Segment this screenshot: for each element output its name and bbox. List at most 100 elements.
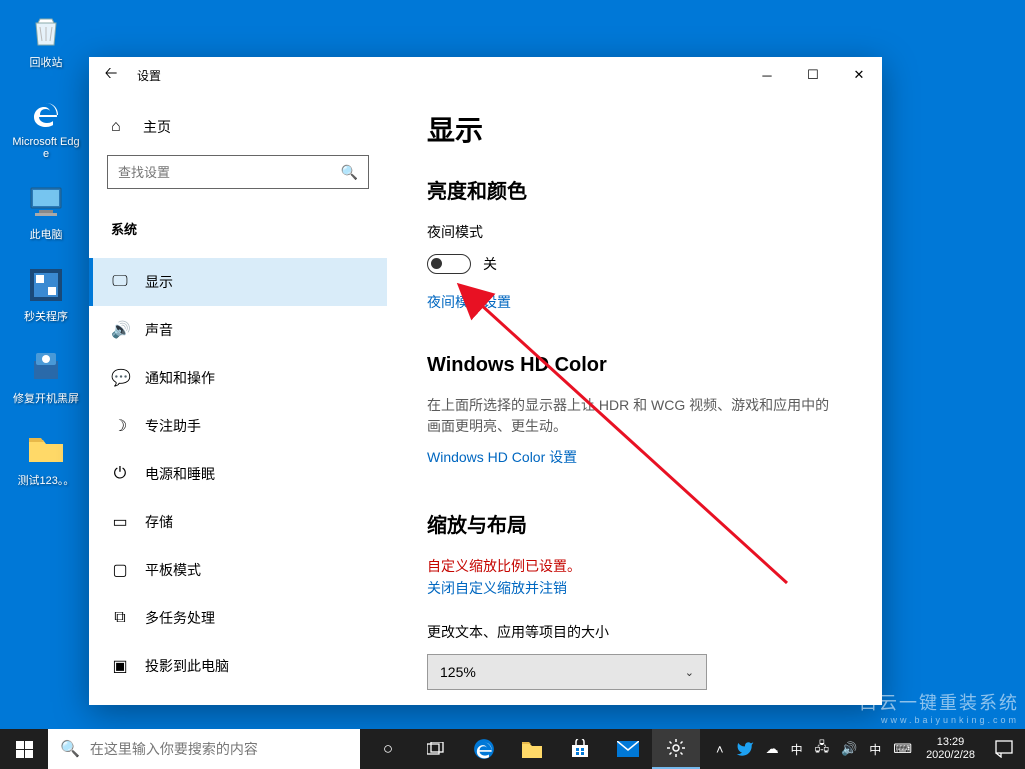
edge-icon bbox=[25, 92, 67, 134]
back-button[interactable]: 🡠 bbox=[89, 57, 133, 93]
titlebar: 🡠 设置 ─ ☐ ✕ bbox=[89, 57, 882, 93]
nav-label: 电源和睡眠 bbox=[145, 464, 215, 484]
search-icon: 🔍 bbox=[341, 164, 358, 181]
category-label: 系统 bbox=[89, 209, 387, 248]
nav-power[interactable]: ⏻ 电源和睡眠 bbox=[89, 450, 387, 498]
desktop-label: Microsoft Edge bbox=[10, 136, 82, 160]
watermark: 白云一键重装系统 www.baiyunking.com bbox=[859, 689, 1019, 725]
project-icon: ▣ bbox=[111, 656, 129, 676]
tray-notifications[interactable] bbox=[983, 729, 1025, 769]
desktop-icon-recycle-bin[interactable]: 回收站 bbox=[8, 8, 84, 72]
search-icon: 🔍 bbox=[60, 739, 80, 759]
desktop-label: 修复开机黑屏 bbox=[13, 390, 79, 406]
taskbar: 🔍 在这里输入你要搜索的内容 ○ ˄ ☁ 中 🖧 🔊 中 ⌨ bbox=[0, 729, 1025, 769]
tray-ime-mode[interactable]: ⌨ bbox=[887, 729, 918, 769]
night-state: 关 bbox=[483, 254, 497, 274]
windows-icon bbox=[16, 741, 33, 758]
advanced-scale-link[interactable]: 高级缩放设置 bbox=[427, 704, 511, 705]
sound-icon: 🔊 bbox=[111, 320, 129, 340]
settings-window: 🡠 设置 ─ ☐ ✕ ⌂ 主页 🔍 系统 🖵 显示 bbox=[89, 57, 882, 705]
hd-desc: 在上面所选择的显示器上让 HDR 和 WCG 视频、游戏和应用中的画面更明亮、更… bbox=[427, 395, 842, 437]
tray-chevron[interactable]: ˄ bbox=[710, 729, 730, 769]
tray-ime2[interactable]: 中 bbox=[863, 729, 887, 769]
nav-label: 显示 bbox=[145, 272, 173, 292]
taskbar-explorer[interactable] bbox=[508, 729, 556, 769]
chevron-down-icon: ⌄ bbox=[685, 666, 694, 679]
taskbar-mail[interactable] bbox=[604, 729, 652, 769]
taskbar-search[interactable]: 🔍 在这里输入你要搜索的内容 bbox=[48, 729, 360, 769]
start-button[interactable] bbox=[0, 729, 48, 769]
desktop-icon-folder[interactable]: 测试123。。 bbox=[8, 426, 84, 490]
notify-icon: 💬 bbox=[111, 368, 129, 388]
search-input[interactable] bbox=[118, 165, 341, 180]
night-toggle[interactable] bbox=[427, 254, 471, 274]
storage-icon: ▭ bbox=[111, 512, 129, 532]
tray-onedrive-icon[interactable]: ☁ bbox=[760, 729, 785, 769]
section-hdcolor: Windows HD Color bbox=[427, 354, 842, 377]
desktop-icon-this-pc[interactable]: 此电脑 bbox=[8, 180, 84, 244]
home-button[interactable]: ⌂ 主页 bbox=[89, 107, 387, 147]
section-scale: 缩放与布局 bbox=[427, 509, 842, 538]
nav-multitask[interactable]: ⧉ 多任务处理 bbox=[89, 594, 387, 642]
scale-change-label: 更改文本、应用等项目的大小 bbox=[427, 622, 842, 642]
taskbar-store[interactable] bbox=[556, 729, 604, 769]
nav-project[interactable]: ▣ 投影到此电脑 bbox=[89, 642, 387, 690]
nav-label: 通知和操作 bbox=[145, 368, 215, 388]
scale-value: 125% bbox=[440, 664, 476, 680]
home-icon: ⌂ bbox=[111, 118, 129, 136]
multitask-icon: ⧉ bbox=[111, 609, 129, 627]
folder-icon bbox=[25, 428, 67, 470]
tray-network-icon[interactable]: 🖧 bbox=[809, 729, 836, 769]
nav-tablet[interactable]: ▢ 平板模式 bbox=[89, 546, 387, 594]
nav-display[interactable]: 🖵 显示 bbox=[89, 258, 387, 306]
taskbar-search-placeholder: 在这里输入你要搜索的内容 bbox=[90, 739, 258, 759]
power-icon: ⏻ bbox=[111, 465, 129, 483]
scale-dropdown[interactable]: 125% ⌄ bbox=[427, 654, 707, 690]
home-label: 主页 bbox=[143, 117, 171, 137]
sidebar: ⌂ 主页 🔍 系统 🖵 显示 🔊 声音 💬 通知和操作 bbox=[89, 93, 387, 705]
sidebar-search[interactable]: 🔍 bbox=[107, 155, 369, 189]
focus-icon: ☽ bbox=[111, 416, 129, 436]
nav-storage[interactable]: ▭ 存储 bbox=[89, 498, 387, 546]
tablet-icon: ▢ bbox=[111, 560, 129, 580]
scale-close-link[interactable]: 关闭自定义缩放并注销 bbox=[427, 578, 567, 598]
nav-label: 多任务处理 bbox=[145, 608, 215, 628]
tray-datetime[interactable]: 13:29 2020/2/28 bbox=[918, 729, 983, 769]
section-brightness: 亮度和颜色 bbox=[427, 175, 842, 204]
nav-label: 平板模式 bbox=[145, 560, 201, 580]
nav-focus[interactable]: ☽ 专注助手 bbox=[89, 402, 387, 450]
tray-twitter-icon[interactable] bbox=[730, 729, 760, 769]
repair-icon bbox=[25, 346, 67, 388]
taskbar-edge[interactable] bbox=[460, 729, 508, 769]
night-settings-link[interactable]: 夜间模式设置 bbox=[427, 292, 511, 312]
nav-label: 投影到此电脑 bbox=[145, 656, 229, 676]
recycle-bin-icon bbox=[25, 10, 67, 52]
nav-sound[interactable]: 🔊 声音 bbox=[89, 306, 387, 354]
nav-label: 声音 bbox=[145, 320, 173, 340]
this-pc-icon bbox=[25, 182, 67, 224]
content-pane: 显示 亮度和颜色 夜间模式 关 夜间模式设置 Windows HD Color … bbox=[387, 93, 882, 705]
nav-notifications[interactable]: 💬 通知和操作 bbox=[89, 354, 387, 402]
taskbar-settings[interactable] bbox=[652, 729, 700, 769]
scale-warning: 自定义缩放比例已设置。 bbox=[427, 556, 842, 576]
night-label: 夜间模式 bbox=[427, 222, 842, 242]
cortana-button[interactable]: ○ bbox=[364, 729, 412, 769]
close-button[interactable]: ✕ bbox=[836, 57, 882, 93]
desktop-label: 回收站 bbox=[30, 54, 63, 70]
window-title: 设置 bbox=[137, 67, 161, 84]
tray-volume-icon[interactable]: 🔊 bbox=[835, 729, 863, 769]
page-title: 显示 bbox=[427, 109, 842, 149]
hd-settings-link[interactable]: Windows HD Color 设置 bbox=[427, 447, 577, 467]
desktop-icon-sec-close[interactable]: 秒关程序 bbox=[8, 262, 84, 326]
minimize-button[interactable]: ─ bbox=[744, 57, 790, 93]
desktop-label: 此电脑 bbox=[30, 226, 63, 242]
desktop-icon-edge[interactable]: Microsoft Edge bbox=[8, 90, 84, 162]
task-view-button[interactable] bbox=[412, 729, 460, 769]
maximize-button[interactable]: ☐ bbox=[790, 57, 836, 93]
nav-label: 存储 bbox=[145, 512, 173, 532]
tray-ime1[interactable]: 中 bbox=[785, 729, 809, 769]
desktop-icon-repair[interactable]: 修复开机黑屏 bbox=[8, 344, 84, 408]
nav-label: 专注助手 bbox=[145, 416, 201, 436]
app-icon bbox=[25, 264, 67, 306]
display-icon: 🖵 bbox=[111, 273, 129, 291]
